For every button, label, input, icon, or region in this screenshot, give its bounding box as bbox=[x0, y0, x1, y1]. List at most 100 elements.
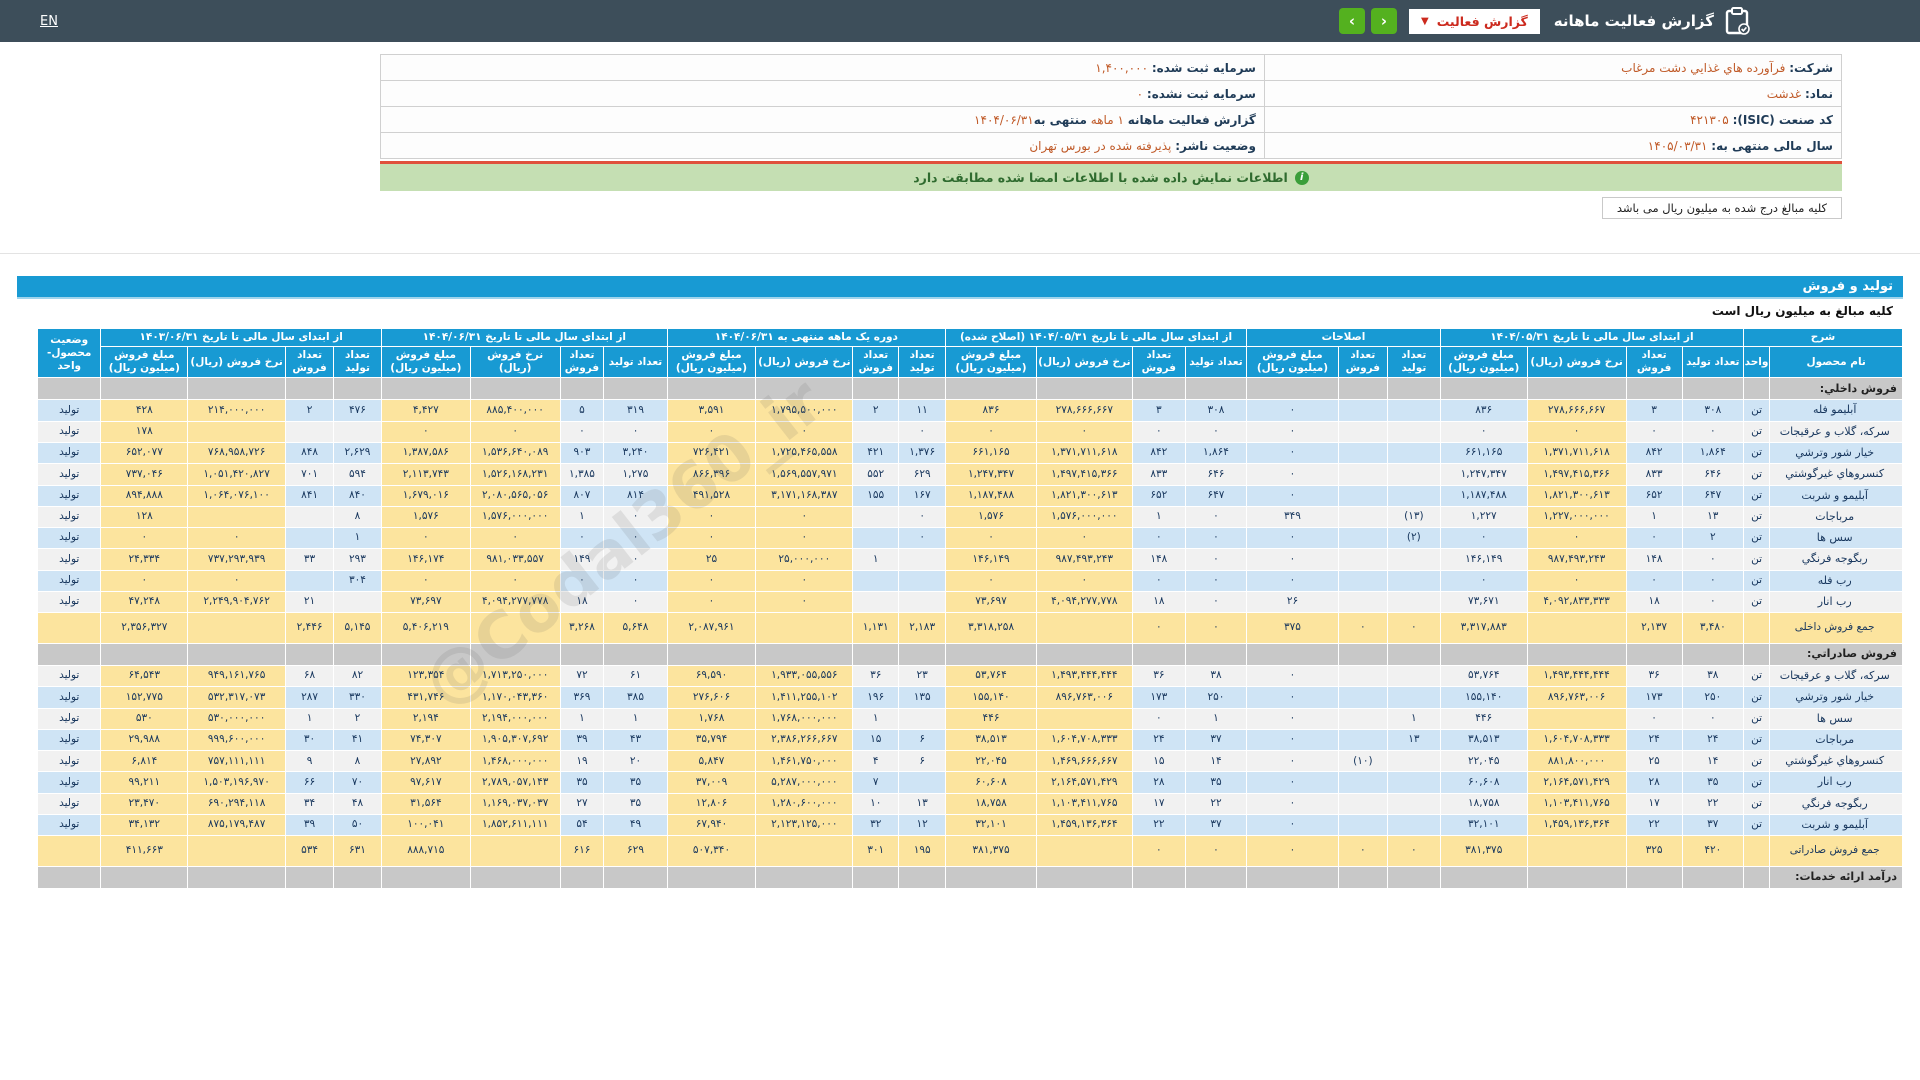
status-cell: تولید bbox=[36, 771, 102, 794]
value-cell: ۰ bbox=[898, 527, 947, 550]
value-cell: ۱,۳۷۶ bbox=[898, 441, 947, 465]
signature-match-text: اطلاعات نمایش داده شده با اطلاعات امضا ش… bbox=[913, 170, 1288, 185]
value-cell: ۱۷ bbox=[1625, 792, 1683, 816]
section-cell bbox=[1439, 866, 1528, 889]
value-cell: ۳۰۸ bbox=[1184, 399, 1248, 422]
value-cell: ۰ bbox=[1681, 707, 1744, 730]
value-cell: ۱,۴۵۹,۱۳۶,۳۶۴ bbox=[1035, 814, 1133, 837]
value-cell: ۳۹ bbox=[559, 728, 605, 752]
value-cell: ۱,۱۸۷,۴۸۸ bbox=[945, 484, 1037, 507]
value-cell: ۱۵۵,۱۴۰ bbox=[1439, 686, 1528, 709]
chevron-down-icon: ▼ bbox=[1420, 15, 1429, 27]
section-cell bbox=[1742, 866, 1771, 889]
value-cell: ۶۷,۹۴۰ bbox=[666, 814, 757, 837]
section-label-cell: درآمد ارائه خدمات: bbox=[1769, 866, 1903, 889]
value-cell: ۱۳ bbox=[1386, 728, 1441, 752]
value-cell bbox=[1337, 420, 1388, 443]
value-cell: ۲۳ bbox=[898, 664, 947, 688]
next-report-button[interactable]: › bbox=[1338, 8, 1365, 34]
value-cell: ۱۴۶,۱۷۴ bbox=[380, 548, 471, 571]
value-cell: ۲ bbox=[333, 707, 382, 730]
page-title: گزارش فعالیت ماهانه bbox=[1553, 12, 1714, 30]
product-name-cell: کنسروهاي غيرگوشتي bbox=[1769, 463, 1903, 486]
value-cell: ۰ bbox=[1246, 835, 1339, 867]
value-cell: ۳۵ bbox=[603, 792, 668, 816]
desc-group-header: شرح bbox=[1742, 327, 1904, 348]
section-cell bbox=[1035, 866, 1133, 889]
isic-label: کد صنعت (ISIC): bbox=[1732, 112, 1833, 127]
section-cell bbox=[1681, 642, 1744, 666]
sub-column-header: مبلغ فروش (میلیون ریال) bbox=[1439, 346, 1528, 379]
symbol-value: غدشت bbox=[1766, 86, 1802, 101]
value-cell: (۲) bbox=[1386, 527, 1441, 550]
value-cell: ۰ bbox=[1246, 527, 1339, 550]
value-cell: ۷۰ bbox=[333, 771, 382, 794]
value-cell: ۱۵۲,۷۷۵ bbox=[100, 686, 189, 709]
value-cell: ۱۳ bbox=[1681, 505, 1744, 529]
value-cell: ۱,۱۸۷,۴۸۸ bbox=[1439, 484, 1528, 507]
value-cell: ۲۷ bbox=[559, 792, 605, 816]
language-toggle-link[interactable]: EN bbox=[40, 14, 58, 29]
section-cell bbox=[666, 642, 757, 666]
value-cell bbox=[1337, 569, 1388, 593]
value-cell: ۰ bbox=[1184, 591, 1248, 614]
table-row: خيار شور وترشي تن ۲۵۰ ۱۷۳ ۸۹۶,۷۶۳,۰۰۶ ۱۵۵,۱۴۰… bbox=[36, 686, 1903, 709]
value-cell: ۰ bbox=[1681, 420, 1744, 443]
value-cell: ۳۷ bbox=[1184, 814, 1248, 837]
value-cell: ۰ bbox=[1681, 548, 1744, 571]
value-cell bbox=[1526, 835, 1627, 867]
value-cell: ۶۵۲ bbox=[1625, 484, 1683, 507]
company-label: شرکت: bbox=[1789, 60, 1833, 75]
section-cell bbox=[1035, 642, 1133, 666]
value-cell: ۰ bbox=[1184, 420, 1248, 443]
value-cell: ۹۹,۲۱۱ bbox=[100, 771, 189, 794]
value-cell: ۱,۲۴۷,۳۴۷ bbox=[945, 463, 1037, 486]
value-cell: ۱,۵۷۶ bbox=[945, 505, 1037, 529]
unit-cell: تن bbox=[1742, 814, 1771, 837]
value-cell bbox=[852, 591, 900, 614]
status-cell: تولید bbox=[36, 463, 102, 486]
section-cell bbox=[559, 642, 605, 666]
value-cell: ۰ bbox=[1625, 420, 1683, 443]
value-cell: ۳۵,۷۹۴ bbox=[666, 728, 757, 752]
value-cell: ۳۶ bbox=[852, 664, 900, 688]
value-cell: ۰ bbox=[100, 569, 189, 593]
section-label-cell: فروش داخلي: bbox=[1769, 377, 1903, 401]
value-cell: ۲۸ bbox=[1131, 771, 1186, 794]
value-cell: ۳۲۵ bbox=[1625, 835, 1683, 867]
section-cell bbox=[1742, 377, 1771, 401]
value-cell bbox=[1337, 792, 1388, 816]
value-cell: ۳۷۵ bbox=[1246, 612, 1339, 644]
value-cell: ۳۳ bbox=[285, 548, 335, 571]
value-cell: ۸۱۴ bbox=[603, 484, 668, 507]
section-row: فروش صادراتي: bbox=[36, 642, 1903, 666]
product-name-cell: جمع فروش داخلی bbox=[1769, 612, 1903, 644]
value-cell: ۳۳۰ bbox=[333, 686, 382, 709]
value-cell: ۰ bbox=[1246, 686, 1339, 709]
value-cell: ۸۴۲ bbox=[1131, 441, 1186, 465]
prev-report-button[interactable]: ‹ bbox=[1370, 8, 1397, 34]
value-cell: ۴ bbox=[852, 750, 900, 773]
value-cell: ۸ bbox=[333, 750, 382, 773]
value-cell: ۰ bbox=[1625, 707, 1683, 730]
value-cell: ۰ bbox=[1184, 569, 1248, 593]
value-cell: ۶۲۹ bbox=[898, 463, 947, 486]
status-cell: تولید bbox=[36, 814, 102, 837]
value-cell: ۱,۱۰۳,۴۱۱,۷۶۵ bbox=[1526, 792, 1627, 816]
section-cell bbox=[852, 377, 900, 401]
value-cell: ۳,۲۴۰ bbox=[603, 441, 668, 465]
value-cell: ۴۹۱,۵۲۸ bbox=[666, 484, 757, 507]
value-cell: ۲۴ bbox=[1131, 728, 1186, 752]
value-cell: ۰ bbox=[1246, 792, 1339, 816]
section-cell bbox=[469, 377, 561, 401]
value-cell: ۱,۴۹۷,۴۱۵,۳۶۶ bbox=[1526, 463, 1627, 486]
report-type-dropdown[interactable]: گزارش فعالیت ▼ bbox=[1408, 8, 1540, 34]
fiscal-year-label: سال مالی منتهی به: bbox=[1711, 138, 1833, 153]
value-cell: ۳۸,۵۱۳ bbox=[945, 728, 1037, 752]
value-cell bbox=[1035, 835, 1133, 867]
value-cell: ۰ bbox=[1337, 612, 1388, 644]
value-cell: ۱ bbox=[852, 707, 900, 730]
table-row: مرباجات تن ۲۴ ۲۴ ۱,۶۰۴,۷۰۸,۳۳۳ ۳۸,۵۱۳ ۱۳ ۰ ۳۷ ۲۴ ۱… bbox=[36, 728, 1903, 752]
value-cell bbox=[1337, 527, 1388, 550]
value-cell bbox=[1386, 686, 1441, 709]
